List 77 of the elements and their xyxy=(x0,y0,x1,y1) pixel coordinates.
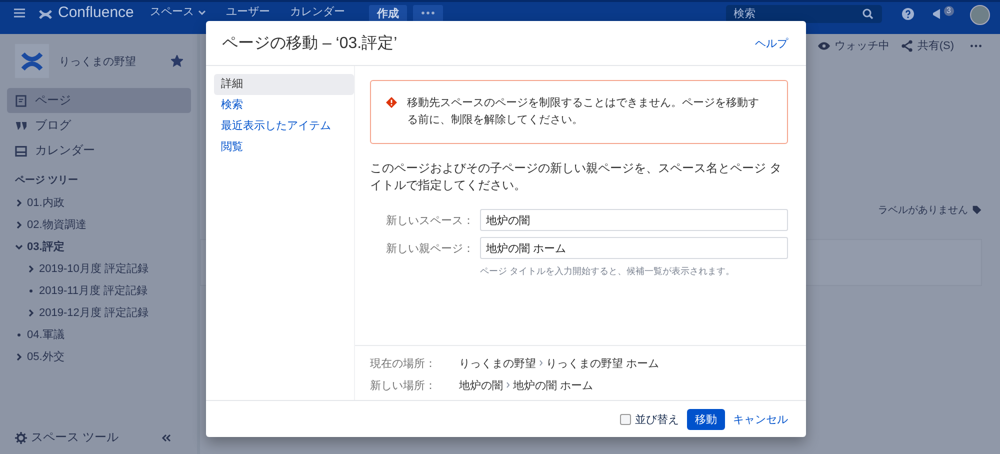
more-button[interactable] xyxy=(412,5,443,21)
dialog-nav-item[interactable]: 最近表示したアイテム xyxy=(214,116,354,137)
hint-text: ページ タイトルを入力開始すると、候補一覧が表示されます。 xyxy=(480,265,736,278)
tree-item[interactable]: 2019-12月度 評定記録 xyxy=(39,305,148,320)
breadcrumb-separator-icon xyxy=(506,381,510,389)
chevron-icon[interactable] xyxy=(27,264,35,272)
sidebar-item[interactable]: カレンダー xyxy=(7,138,191,163)
space-tools-link[interactable]: スペース ツール xyxy=(31,429,118,446)
tree-item[interactable]: 02.物資調達 xyxy=(27,217,86,232)
chevron-icon[interactable] xyxy=(15,242,23,250)
product-logo-text[interactable]: Confluence xyxy=(58,5,134,21)
bullet-icon xyxy=(15,330,23,338)
logo-icon[interactable] xyxy=(39,8,52,21)
collapse-icon[interactable] xyxy=(161,434,171,442)
eye-icon xyxy=(818,40,830,52)
instructions-text: このページおよびその子ページの新しい親ページを、スペース名とページ タイトルで指定してください。 xyxy=(370,160,782,194)
nav-link[interactable]: ユーザー xyxy=(226,5,270,20)
bullet-icon xyxy=(27,286,35,294)
sidebar-item[interactable]: ブログ xyxy=(7,113,191,138)
star-icon[interactable] xyxy=(171,55,183,67)
move-button[interactable]: 移動 xyxy=(687,408,725,430)
tree-item[interactable]: 2019-10月度 評定記録 xyxy=(39,261,148,276)
chevron-icon[interactable] xyxy=(27,308,35,316)
location-label: 現在の場所： xyxy=(370,356,437,370)
page-icon xyxy=(15,94,27,106)
chevron-icon[interactable] xyxy=(15,198,23,206)
settings-icon[interactable] xyxy=(15,432,27,444)
search-icon xyxy=(862,8,874,20)
breadcrumb-item: 地炉の闇 xyxy=(459,378,503,392)
checkbox-label[interactable]: 並び替え xyxy=(635,412,679,426)
dialog-nav-item[interactable]: 詳細 xyxy=(214,74,354,95)
tree-item[interactable]: 2019-11月度 評定記録 xyxy=(39,283,148,298)
breadcrumb-item: 地炉の闇 ホーム xyxy=(513,378,594,392)
notification-count: 3 xyxy=(944,6,954,16)
search-field[interactable]: 検索 xyxy=(726,5,882,23)
calendar-icon xyxy=(15,144,27,156)
breadcrumb-item: りっくまの野望 ホーム xyxy=(546,356,660,370)
space-name[interactable]: りっくまの野望 xyxy=(59,54,161,68)
quote-icon xyxy=(15,120,27,132)
menu-icon[interactable] xyxy=(14,8,25,18)
create-button[interactable]: 作成 xyxy=(368,5,407,21)
cancel-link[interactable]: キャンセル xyxy=(733,412,788,426)
page-action-link[interactable]: 共有(S) xyxy=(901,38,954,53)
labels-text: ラベルがありません xyxy=(878,204,968,217)
tree-item[interactable]: 04.軍議 xyxy=(27,327,64,342)
breadcrumb-separator-icon xyxy=(539,359,543,367)
location-label: 新しい場所： xyxy=(370,378,437,392)
space-logo-icon[interactable] xyxy=(15,44,49,78)
tree-item[interactable]: 05.外交 xyxy=(27,349,64,364)
avatar[interactable] xyxy=(970,5,990,25)
more-icon[interactable] xyxy=(970,44,982,48)
warning-icon xyxy=(386,97,397,108)
page-action-link[interactable]: ウォッチ中 xyxy=(818,38,890,53)
share-icon xyxy=(901,40,914,52)
tree-item[interactable]: 01.内政 xyxy=(27,195,64,210)
tag-icon[interactable] xyxy=(972,205,982,215)
chevron-icon[interactable] xyxy=(15,352,23,360)
input-field[interactable]: 地炉の闇 ホーム xyxy=(480,237,788,259)
chevron-icon[interactable] xyxy=(15,220,23,228)
section-heading: ページ ツリー xyxy=(14,174,79,187)
more-icon xyxy=(420,11,435,15)
nav-link[interactable]: カレンダー xyxy=(290,5,345,20)
error-text: 移動先スペースのページを制限することはできません。ページを移動する前に、制限を解除してください。 xyxy=(407,96,760,128)
tree-item[interactable]: 03.評定 xyxy=(27,239,64,254)
dialog-nav-item[interactable]: 閲覧 xyxy=(214,137,354,158)
checkbox[interactable] xyxy=(620,414,631,424)
dialog-title: ページの移動 – ‘03.評定’ xyxy=(222,34,398,54)
field-label: 新しい親ページ： xyxy=(385,242,475,256)
help-link[interactable]: ヘルプ xyxy=(755,36,788,50)
breadcrumb-item: りっくまの野望 xyxy=(459,356,536,370)
dialog-nav-item[interactable]: 検索 xyxy=(214,95,354,116)
input-field[interactable]: 地炉の闇 xyxy=(480,209,788,231)
field-label: 新しいスペース： xyxy=(385,214,475,228)
caret-icon xyxy=(198,10,206,15)
sidebar-item[interactable]: ページ xyxy=(7,88,191,113)
nav-link[interactable]: スペース xyxy=(150,5,206,20)
help-icon[interactable] xyxy=(902,8,914,20)
